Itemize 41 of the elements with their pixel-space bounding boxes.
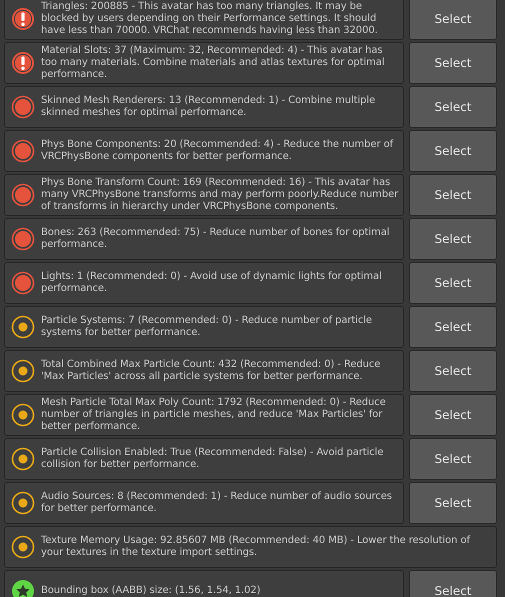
status-circle-icon xyxy=(11,491,35,515)
message-text: Total Combined Max Particle Count: 432 (Recommended: 0) - Reduce 'Max Particles' across all particle systems for better performance. xyxy=(41,359,382,383)
select-button[interactable]: Select xyxy=(409,86,497,128)
message-text: Bones: 263 (Recommended: 75) - Reduce number of bones for optimal performance. xyxy=(41,227,390,251)
status-circle-icon xyxy=(11,227,35,251)
message-text: Mesh Particle Total Max Poly Count: 1792 (Recommended: 0) - Reduce number of triangles in particle meshes, and reduce 'Max Particles' for better performance. xyxy=(41,397,387,433)
message-text: Phys Bone Components: 20 (Recommended: 4) - Reduce the number of VRCPhysBone components for better performance. xyxy=(41,139,394,163)
message-text: Skinned Mesh Renderers: 13 (Recommended: 1) - Combine multiple skinned meshes for optimal performance. xyxy=(41,95,376,119)
status-circle-icon xyxy=(11,139,35,163)
status-circle-icon xyxy=(11,403,35,427)
select-button[interactable]: Select xyxy=(409,394,497,436)
message-text: Particle Collision Enabled: True (Recommended: False) - Avoid particle collision for better performance. xyxy=(41,447,384,471)
status-circle-icon xyxy=(11,447,35,471)
exclamation-icon xyxy=(11,51,35,75)
select-button[interactable]: Select xyxy=(409,482,497,524)
message-text: Bounding box (AABB) size: (1.56, 1.54, 1.02) xyxy=(41,585,260,597)
select-button[interactable]: Select xyxy=(409,570,497,597)
select-button[interactable]: Select xyxy=(409,262,497,304)
select-button[interactable]: Select xyxy=(409,350,497,392)
status-circle-icon xyxy=(11,95,35,119)
select-button[interactable]: Select xyxy=(409,174,497,216)
status-circle-icon xyxy=(11,183,35,207)
select-button[interactable]: Select xyxy=(409,42,497,84)
message-text: Material Slots: 37 (Maximum: 32, Recommended: 4) - This avatar has too many materials. Combine materials and atlas textures for optimal performance. xyxy=(41,45,386,81)
select-button[interactable]: Select xyxy=(409,218,497,260)
exclamation-icon xyxy=(11,7,35,31)
select-button[interactable]: Select xyxy=(409,438,497,480)
star-icon xyxy=(11,579,35,597)
select-button[interactable]: Select xyxy=(409,0,497,40)
message-text: Particle Systems: 7 (Recommended: 0) - Reduce number of particle systems for better performance. xyxy=(41,315,373,339)
status-circle-icon xyxy=(11,315,35,339)
message-text: Texture Memory Usage: 92.85607 MB (Recommended: 40 MB) - Lower the resolution of your textures in the texture import settings. xyxy=(41,535,472,559)
status-circle-icon xyxy=(11,535,35,559)
message-text: Lights: 1 (Recommended: 0) - Avoid use of dynamic lights for optimal performance. xyxy=(41,271,383,295)
select-button[interactable]: Select xyxy=(409,130,497,172)
select-button[interactable]: Select xyxy=(409,306,497,348)
status-circle-icon xyxy=(11,271,35,295)
message-text: Phys Bone Transform Count: 169 (Recommended: 16) - This avatar has many VRCPhysBone transforms and may perform poorly.Reduce number of transforms in hierarchy under VRCPhysBone components. xyxy=(41,177,399,213)
message-text: Triangles: 200885 - This avatar has too many triangles. It may be blocked by users depending on their Performance settings. It should have less than 70000. VRChat recommends having less than 32000. xyxy=(41,1,379,37)
message-text: Audio Sources: 8 (Recommended: 1) - Reduce number of audio sources for better performance. xyxy=(41,491,393,515)
status-circle-icon xyxy=(11,359,35,383)
